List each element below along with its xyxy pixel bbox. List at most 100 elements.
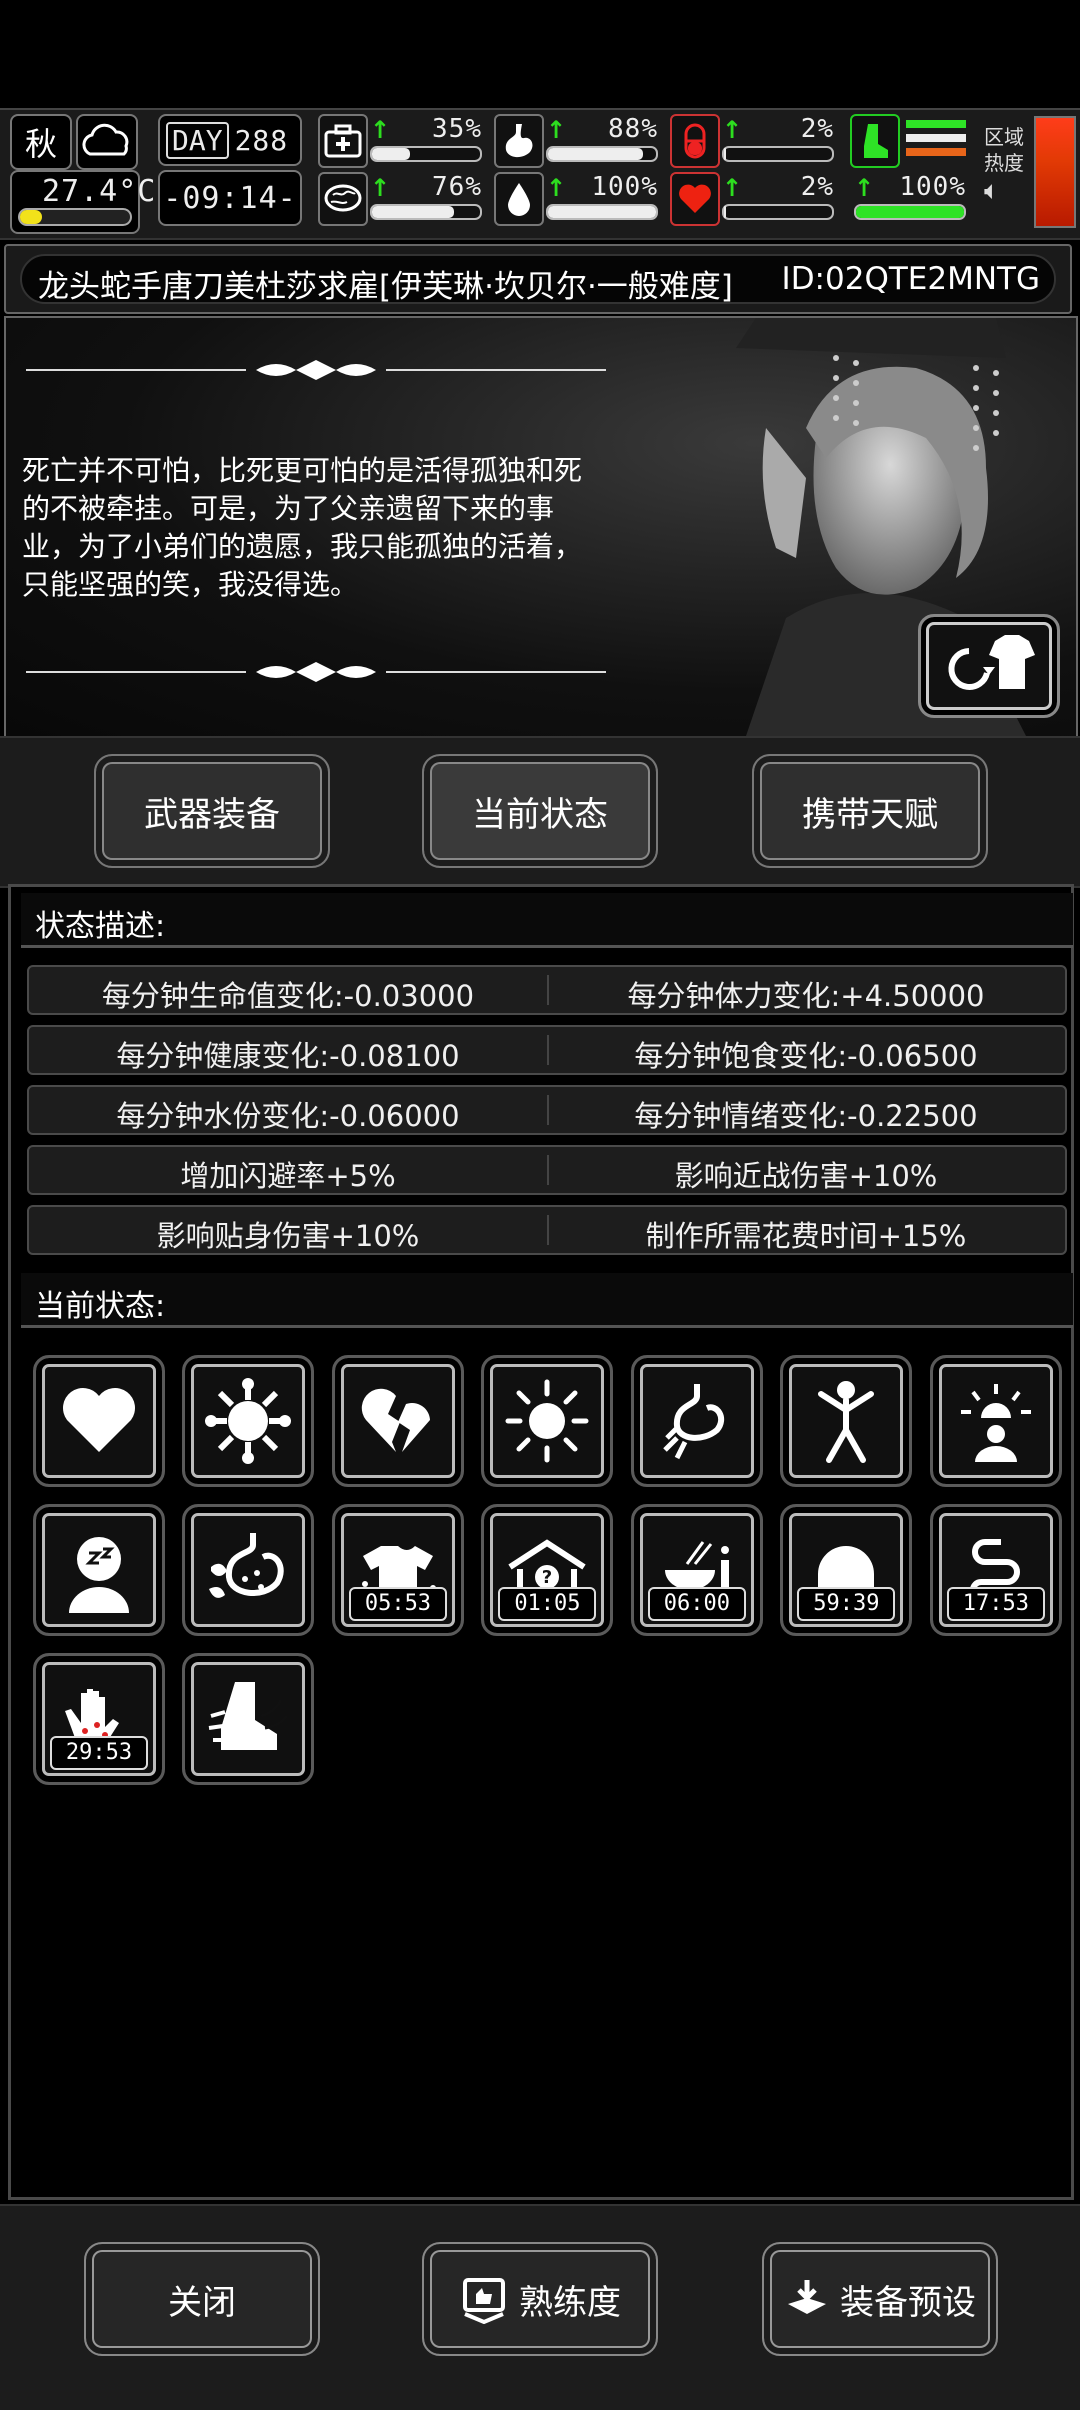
tab-bar: 武器装备 当前状态 携带天赋 [0,736,1080,888]
status-effect-right: 每分钟情绪变化:-0.22500 [634,1099,978,1133]
proficiency-label: 熟练度 [519,2282,621,2323]
season-label: 秋 [24,125,57,163]
status-effect-right: 每分钟体力变化:+4.50000 [627,979,985,1013]
status-effect-icon[interactable] [33,1355,165,1487]
stat-value: 100% [899,172,966,202]
status-effect-icon[interactable]: 29:53 [33,1653,165,1786]
status-effect-left: 影响贴身伤害+10% [156,1219,420,1253]
up-arrow-icon: ↑ [722,174,743,202]
status-effect-icon[interactable] [929,1355,1062,1487]
day-value: 288 [234,123,289,157]
stat-value: 35% [432,114,482,144]
thermometer-bar [18,208,132,226]
footer-bar: 关闭 熟练度 装备预设 [0,2204,1080,2410]
stamina-icon-box [850,114,970,168]
status-effect-icon[interactable]: 17:53 [929,1504,1062,1637]
tab-weapons[interactable]: 武器装备 [94,754,330,868]
speaker-icon[interactable]: 🔈︎ [984,176,1032,206]
status-row: 每分钟生命值变化:-0.03000 每分钟体力变化:+4.50000 [27,965,1067,1015]
status-effect-icon[interactable] [331,1355,464,1487]
status-effect-icon[interactable]: 06:00 [630,1504,763,1637]
game-clock: -09:14- [158,170,302,226]
sun-icon [498,1372,596,1470]
equipment-preset-button[interactable]: 装备预设 [762,2242,998,2356]
status-panel: 状态描述: 每分钟生命值变化:-0.03000 每分钟体力变化:+4.50000 每… [8,884,1074,2200]
close-label: 关闭 [168,2282,236,2323]
hunger-stat: ↑ 88% [494,114,662,168]
life-stat: ↑ 2% [670,172,838,226]
status-effect-left: 每分钟水份变化:-0.06000 [116,1099,460,1133]
status-effect-right: 影响近战伤害+10% [674,1159,938,1193]
pill-icon [670,114,720,168]
status-timer: 05:53 [348,1587,447,1622]
status-timer: 29:53 [50,1736,148,1771]
status-effect-icon[interactable] [481,1355,614,1487]
stat-value: 2% [800,114,834,144]
medkit-icon [318,114,368,168]
health-stat: ↑ 35% [318,114,486,168]
status-effect-icon[interactable] [182,1355,315,1487]
zone-heat-meter [1034,116,1076,228]
stat-value: 76% [432,172,482,202]
status-effect-icon[interactable] [182,1504,315,1637]
status-description-header: 状态描述: [21,893,1073,948]
day-label: DAY [166,121,229,159]
status-effect-icon[interactable]: 05:53 [331,1504,464,1637]
character-quote: 死亡并不可怕，比死更可怕的是活得孤独和死的不被牵挂。可是，为了父亲遗留下来的事业… [22,454,583,601]
broken-heart-icon [349,1372,447,1470]
status-row: 影响贴身伤害+10% 制作所需花费时间+15% [27,1205,1067,1255]
character-banner: 死亡并不可怕，比死更可怕的是活得孤独和死的不被牵挂。可是，为了父亲遗留下来的事业… [4,316,1078,738]
stat-value: 2% [800,172,834,202]
preset-box-icon [788,2280,826,2314]
character-title: 龙头蛇手唐刀美杜莎求雇[伊芙琳·坎贝尔·一般难度] [38,269,733,305]
status-effect-icon[interactable] [780,1355,913,1487]
stat-value: 100% [591,172,658,202]
status-effect-right: 每分钟饱食变化:-0.06500 [634,1039,978,1073]
change-outfit-button[interactable] [918,614,1060,718]
status-effect-icon[interactable]: 59:39 [780,1504,913,1637]
thirst-stat: ↑ 100% [494,172,662,226]
status-effect-icon[interactable] [182,1653,315,1786]
character-id: ID:02QTE2MNTG [781,261,1040,297]
up-arrow-icon: ↑ [370,174,391,202]
temperature-box: 27.4°C [10,170,155,234]
current-status-header: 当前状态: [21,1273,1073,1328]
zone-heat-label: 区域 热度 🔈︎ [984,124,1032,206]
stomach-icon [494,114,544,168]
status-hud: 秋 27.4°C DAY 288 -09:14- ↑ 35% ↑ 88% ↑ 2… [0,108,1080,240]
up-arrow-icon: ↑ [546,174,567,202]
status-row: 每分钟水份变化:-0.06000 每分钟情绪变化:-0.22500 [27,1085,1067,1135]
season-indicator: 秋 [10,114,72,170]
proficiency-button[interactable]: 熟练度 [422,2242,658,2356]
dizzy-head-icon [50,1521,148,1619]
status-effect-left: 每分钟生命值变化:-0.03000 [101,979,475,1013]
up-arrow-icon: ↑ [370,116,391,144]
tab-talents[interactable]: 携带天赋 [752,754,988,868]
up-arrow-icon: ↑ [722,116,743,144]
status-timer: 01:05 [498,1587,597,1622]
status-timer: 06:00 [647,1587,746,1622]
alarm-person-icon [947,1372,1045,1470]
status-effect-icon[interactable]: ? 01:05 [481,1504,614,1637]
close-button[interactable]: 关闭 [84,2242,320,2356]
preset-label: 装备预设 [840,2282,976,2323]
status-row: 每分钟健康变化:-0.08100 每分钟饱食变化:-0.06500 [27,1025,1067,1075]
tab-current-status[interactable]: 当前状态 [422,754,658,868]
proficiency-icon [463,2278,505,2324]
status-effect-icon[interactable] [33,1504,165,1637]
water-drop-icon [494,172,544,226]
section-title: 当前状态: [35,1289,166,1324]
status-effect-left: 每分钟健康变化:-0.08100 [116,1039,460,1073]
virus-icon [199,1372,297,1470]
status-effect-icon[interactable] [630,1355,763,1487]
svg-text:?: ? [542,1567,552,1588]
status-timer: 17:53 [946,1587,1045,1622]
status-effect-left: 增加闪避率+5% [180,1159,396,1193]
swift-foot-icon [199,1670,297,1768]
status-timer: 59:39 [797,1587,896,1622]
brain-icon [318,172,368,226]
infection-stat: ↑ 2% [670,114,838,168]
heart-icon [50,1372,148,1470]
status-effect-right: 制作所需花费时间+15% [645,1219,967,1253]
cloud-icon [76,114,138,170]
